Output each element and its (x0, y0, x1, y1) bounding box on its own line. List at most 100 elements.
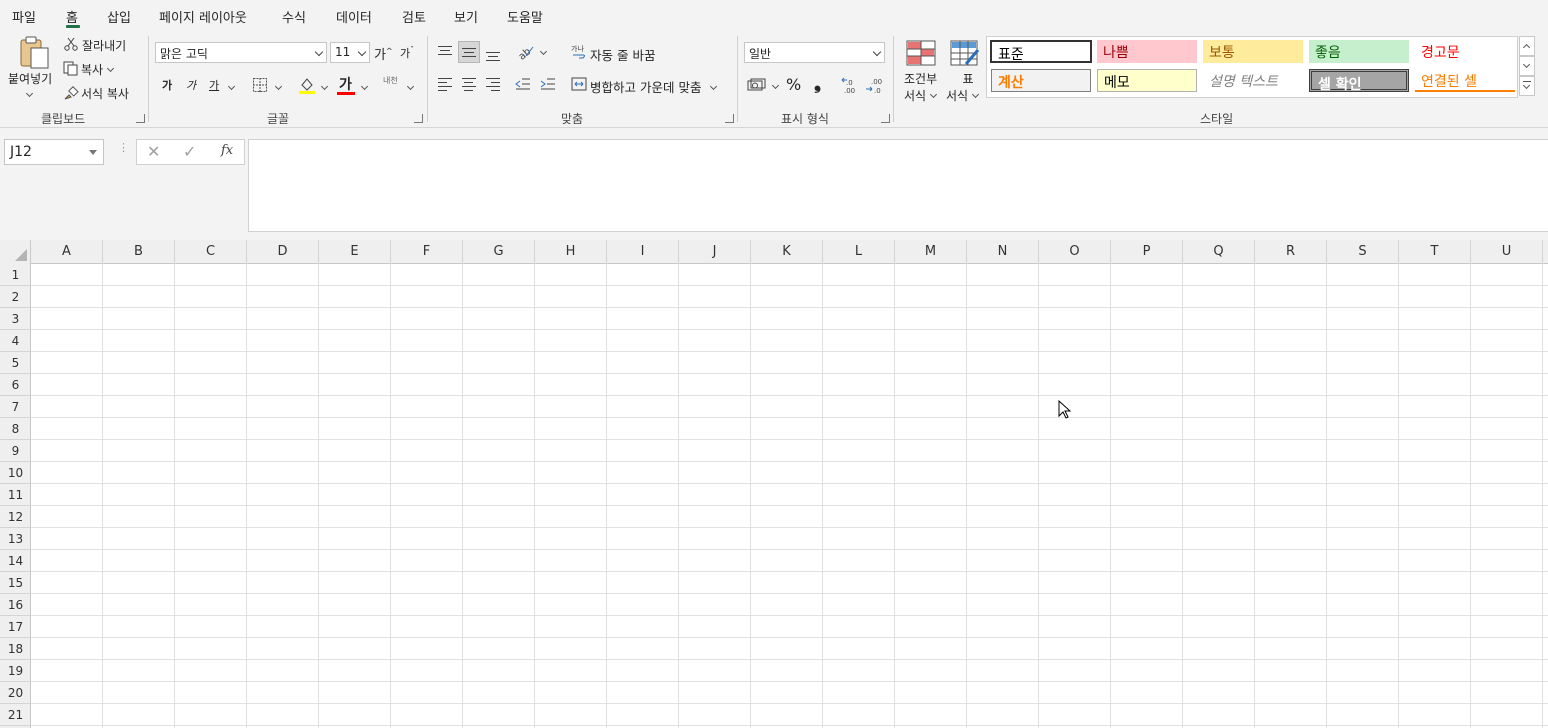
tab-view[interactable]: 보기 (454, 7, 478, 26)
column-header-t[interactable]: T (1399, 240, 1471, 264)
increase-decimal-icon[interactable]: .0.00 (840, 76, 860, 95)
font-color-button[interactable]: 가 (339, 74, 352, 94)
accounting-format-icon[interactable] (747, 78, 767, 92)
copy-button[interactable]: 복사 (81, 61, 115, 78)
orientation-dropdown-icon[interactable] (539, 47, 548, 56)
italic-button[interactable]: 가 (186, 77, 196, 93)
format-painter-button[interactable]: 서식 복사 (81, 85, 129, 102)
column-header-e[interactable]: E (319, 240, 391, 264)
column-header-g[interactable]: G (463, 240, 535, 264)
font-launcher-icon[interactable] (414, 114, 423, 123)
column-header-p[interactable]: P (1111, 240, 1183, 264)
decrease-decimal-icon[interactable]: .00.0 (864, 76, 884, 95)
formula-bar-grip-icon[interactable]: ⋮ (118, 142, 129, 159)
column-header-u[interactable]: U (1471, 240, 1543, 264)
row-header-11[interactable]: 11 (0, 484, 31, 506)
table-format-button[interactable]: 표 서식 (946, 70, 980, 104)
phonetic-dropdown-icon[interactable] (406, 82, 415, 91)
row-header-7[interactable]: 7 (0, 396, 31, 418)
clipboard-launcher-icon[interactable] (136, 114, 145, 123)
row-header-19[interactable]: 19 (0, 660, 31, 682)
row-header-15[interactable]: 15 (0, 572, 31, 594)
column-header-k[interactable]: K (751, 240, 823, 264)
row-header-12[interactable]: 12 (0, 506, 31, 528)
orientation-icon[interactable]: ab (516, 44, 534, 63)
underline-button[interactable]: 가 (209, 77, 219, 93)
wrap-text-button[interactable]: 자동 줄 바꿈 (590, 45, 655, 64)
align-center-icon[interactable] (462, 78, 476, 94)
tab-page-layout[interactable]: 페이지 레이아웃 (159, 7, 247, 26)
paste-icon[interactable] (17, 36, 51, 70)
style-linked-cell[interactable]: 연결된 셀 (1415, 69, 1515, 92)
font-name-select[interactable]: 맑은 고딕 (155, 42, 327, 63)
column-header-m[interactable]: M (895, 240, 967, 264)
percent-button[interactable]: % (786, 75, 801, 94)
column-header-c[interactable]: C (175, 240, 247, 264)
column-header-l[interactable]: L (823, 240, 895, 264)
tab-help[interactable]: 도움말 (507, 7, 543, 26)
border-icon[interactable] (252, 77, 268, 93)
insert-function-button[interactable]: fx (221, 143, 233, 158)
accounting-dropdown-icon[interactable] (771, 81, 780, 90)
gallery-more-button[interactable] (1519, 76, 1535, 96)
row-header-18[interactable]: 18 (0, 638, 31, 660)
border-dropdown-icon[interactable] (274, 82, 283, 91)
column-header-d[interactable]: D (247, 240, 319, 264)
style-normal[interactable]: 표준 (990, 40, 1092, 63)
column-header-a[interactable]: A (31, 240, 103, 264)
bold-button[interactable]: 가 (162, 77, 172, 93)
align-left-icon[interactable] (438, 78, 452, 94)
decrease-indent-icon[interactable] (515, 77, 531, 91)
formula-input[interactable] (248, 139, 1548, 232)
name-box[interactable]: J12 (4, 139, 104, 165)
row-header-9[interactable]: 9 (0, 440, 31, 462)
underline-dropdown-icon[interactable] (227, 82, 236, 91)
alignment-launcher-icon[interactable] (725, 114, 734, 123)
column-header-o[interactable]: O (1039, 240, 1111, 264)
row-header-5[interactable]: 5 (0, 352, 31, 374)
row-header-20[interactable]: 20 (0, 682, 31, 704)
fill-color-dropdown-icon[interactable] (320, 82, 329, 91)
column-header-n[interactable]: N (967, 240, 1039, 264)
style-neutral[interactable]: 보통 (1203, 40, 1303, 63)
fill-color-icon[interactable] (298, 75, 316, 95)
row-header-2[interactable]: 2 (0, 286, 31, 308)
row-header-17[interactable]: 17 (0, 616, 31, 638)
comma-button[interactable]: ❟ (814, 73, 821, 94)
style-warning[interactable]: 경고문 (1415, 40, 1515, 63)
font-size-select[interactable]: 11 (330, 42, 370, 63)
style-calculation[interactable]: 계산 (991, 69, 1091, 92)
font-color-dropdown-icon[interactable] (360, 82, 369, 91)
tab-data[interactable]: 데이터 (336, 7, 372, 26)
column-header-s[interactable]: S (1327, 240, 1399, 264)
tab-insert[interactable]: 삽입 (107, 7, 131, 26)
row-header-8[interactable]: 8 (0, 418, 31, 440)
phonetic-button[interactable]: 내천 (383, 75, 398, 86)
cell-area[interactable] (31, 264, 1548, 728)
row-header-1[interactable]: 1 (0, 264, 31, 286)
cut-button[interactable]: 잘라내기 (82, 37, 126, 54)
style-note[interactable]: 메모 (1097, 69, 1197, 92)
number-format-select[interactable]: 일반 (744, 42, 885, 63)
increase-font-button[interactable]: 가^ (374, 44, 393, 63)
style-check-cell[interactable]: 셀 확인 (1309, 69, 1409, 93)
align-top-icon[interactable] (438, 46, 452, 58)
align-bottom-icon[interactable] (486, 52, 500, 64)
column-header-r[interactable]: R (1255, 240, 1327, 264)
column-header-q[interactable]: Q (1183, 240, 1255, 264)
style-bad[interactable]: 나쁨 (1097, 40, 1197, 63)
increase-indent-icon[interactable] (540, 77, 556, 91)
column-header-j[interactable]: J (679, 240, 751, 264)
row-header-14[interactable]: 14 (0, 550, 31, 572)
row-header-6[interactable]: 6 (0, 374, 31, 396)
column-header-f[interactable]: F (391, 240, 463, 264)
align-right-icon[interactable] (486, 78, 500, 94)
row-header-4[interactable]: 4 (0, 330, 31, 352)
copy-dropdown-icon[interactable] (107, 64, 115, 73)
conditional-format-button[interactable]: 조건부 서식 (904, 70, 938, 104)
style-good[interactable]: 좋음 (1309, 40, 1409, 63)
paste-dropdown-icon[interactable] (25, 89, 34, 98)
merge-center-dropdown-icon[interactable] (710, 82, 718, 91)
merge-center-button[interactable]: 병합하고 가운데 맞춤 (590, 77, 718, 96)
enter-icon[interactable]: ✓ (183, 142, 196, 161)
